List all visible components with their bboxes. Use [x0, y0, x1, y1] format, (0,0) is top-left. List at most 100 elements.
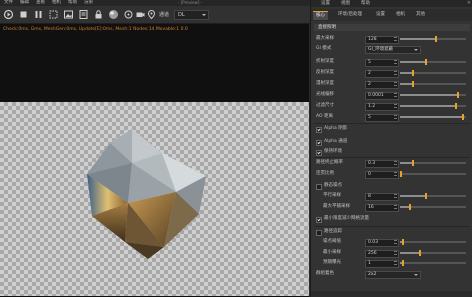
setting-number-field[interactable]: 16 — [365, 204, 399, 212]
setting-row: Alpha 通道 — [311, 138, 472, 146]
render-icon[interactable] — [3, 9, 14, 20]
setting-number-field[interactable]: 5 — [365, 114, 399, 122]
slider-handle[interactable] — [425, 59, 428, 65]
slider-handle[interactable] — [402, 260, 405, 266]
setting-checkbox[interactable] — [316, 140, 322, 146]
setting-number-field[interactable]: 0.3 — [365, 160, 399, 168]
setting-slider[interactable] — [400, 103, 466, 109]
panel-menu-help[interactable]: 帮助 — [361, 0, 370, 7]
setting-slider[interactable] — [400, 260, 466, 266]
setting-number-field[interactable]: 5 — [365, 59, 399, 67]
slider-handle[interactable] — [425, 193, 428, 199]
setting-number-field[interactable]: 0.03 — [365, 239, 399, 247]
setting-label: 反射深度 — [316, 70, 334, 75]
setting-row: AO 距离 5 — [311, 113, 472, 122]
spinner-icon[interactable] — [394, 82, 397, 88]
setting-slider[interactable] — [400, 81, 466, 87]
close-icon[interactable]: × — [467, 0, 471, 7]
setting-dropdown[interactable]: 2x2 — [365, 271, 421, 279]
panel-tabs: 核心 环境/后处理 设置 相机 其他 — [311, 9, 472, 21]
focus-icon[interactable] — [123, 9, 134, 20]
spinner-icon[interactable] — [394, 261, 397, 267]
section-header[interactable]: 直接照明 — [314, 24, 470, 31]
setting-checkbox[interactable] — [316, 184, 322, 190]
panel-menu-settings[interactable]: 设置 — [321, 0, 330, 7]
setting-value: 1 — [368, 261, 371, 266]
region-icon[interactable] — [48, 9, 59, 20]
slider-handle[interactable] — [455, 103, 458, 109]
setting-slider[interactable] — [400, 59, 466, 65]
camera-icon[interactable] — [135, 9, 146, 20]
setting-checkbox[interactable] — [316, 127, 322, 133]
slider-handle[interactable] — [418, 250, 421, 256]
setting-slider[interactable] — [400, 171, 466, 177]
pause-icon[interactable] — [33, 9, 44, 20]
tab-settings[interactable]: 设置 — [373, 11, 388, 19]
spinner-icon[interactable] — [394, 60, 397, 66]
image-icon[interactable] — [63, 9, 74, 20]
slider-handle[interactable] — [435, 36, 438, 42]
setting-slider[interactable] — [400, 92, 466, 98]
tab-other[interactable]: 其他 — [413, 11, 428, 19]
slider-handle[interactable] — [457, 92, 460, 98]
setting-number-field[interactable]: 8 — [365, 193, 399, 201]
spinner-icon[interactable] — [394, 251, 397, 257]
setting-number-field[interactable]: 0 — [365, 171, 399, 179]
slider-handle[interactable] — [402, 239, 405, 245]
setting-slider[interactable] — [400, 160, 466, 166]
channel-select[interactable]: DL — [174, 10, 209, 20]
panel-menu-view[interactable]: 视图 — [341, 0, 350, 7]
pick-icon[interactable] — [146, 9, 157, 20]
setting-slider[interactable] — [400, 250, 466, 256]
stop-icon[interactable] — [18, 9, 29, 20]
setting-number-field[interactable]: 0.0001 — [365, 92, 399, 100]
setting-slider[interactable] — [400, 36, 466, 42]
setting-slider[interactable] — [400, 70, 466, 76]
setting-number-field[interactable]: 2 — [365, 81, 399, 89]
slider-handle[interactable] — [408, 204, 411, 210]
spinner-icon[interactable] — [394, 71, 397, 77]
setting-slider[interactable] — [400, 114, 466, 120]
render-canvas[interactable] — [0, 102, 309, 296]
setting-number-field[interactable]: 256 — [365, 250, 399, 258]
spinner-icon[interactable] — [394, 93, 397, 99]
slider-handle[interactable] — [412, 81, 415, 87]
lock-icon[interactable] — [93, 9, 104, 20]
setting-slider[interactable] — [400, 239, 466, 245]
spinner-icon[interactable] — [394, 37, 397, 43]
setting-value: 8 — [368, 194, 371, 199]
slider-handle[interactable] — [400, 171, 402, 177]
spinner-icon[interactable] — [394, 115, 397, 121]
setting-number-field[interactable]: 2 — [365, 70, 399, 78]
setting-label: 预期曝光 — [323, 260, 341, 265]
tab-camera[interactable]: 相机 — [393, 11, 408, 19]
section-divider — [314, 157, 470, 158]
setting-number-field[interactable]: 1.2 — [365, 103, 399, 111]
render-viewport[interactable]: Check:0ms, Gms, MeshGen:0ms, Update[E]:0… — [0, 24, 309, 297]
slider-handle[interactable] — [461, 114, 464, 120]
tab-environment[interactable]: 环境/后处理 — [335, 11, 365, 19]
tab-core[interactable]: 核心 — [313, 11, 328, 20]
setting-slider[interactable] — [400, 204, 466, 210]
spinner-icon[interactable] — [394, 194, 397, 200]
spinner-icon[interactable] — [394, 205, 397, 211]
spinner-icon[interactable] — [394, 161, 397, 167]
setting-checkbox[interactable] — [316, 217, 322, 223]
setting-checkbox[interactable] — [316, 230, 322, 236]
material-icon[interactable] — [108, 9, 119, 20]
spinner-icon[interactable] — [394, 104, 397, 110]
slider-handle[interactable] — [412, 160, 415, 166]
setting-dropdown[interactable]: GI_环境遮蔽 — [365, 46, 421, 54]
setting-number-field[interactable]: 1 — [365, 260, 399, 268]
setting-number-field[interactable]: 128 — [365, 36, 399, 44]
spinner-icon[interactable] — [394, 172, 397, 178]
setting-value: 1.2 — [368, 104, 376, 109]
setting-row: 折射深度 5 — [311, 58, 472, 67]
setting-row: 最小限度减少网格流量 — [311, 215, 472, 223]
setting-checkbox[interactable] — [316, 150, 322, 156]
spinner-icon[interactable] — [394, 240, 397, 246]
setting-slider[interactable] — [400, 193, 466, 199]
setting-row: Alpha 阴影 — [311, 125, 472, 133]
settings-icon[interactable] — [78, 9, 89, 20]
slider-handle[interactable] — [412, 70, 415, 76]
